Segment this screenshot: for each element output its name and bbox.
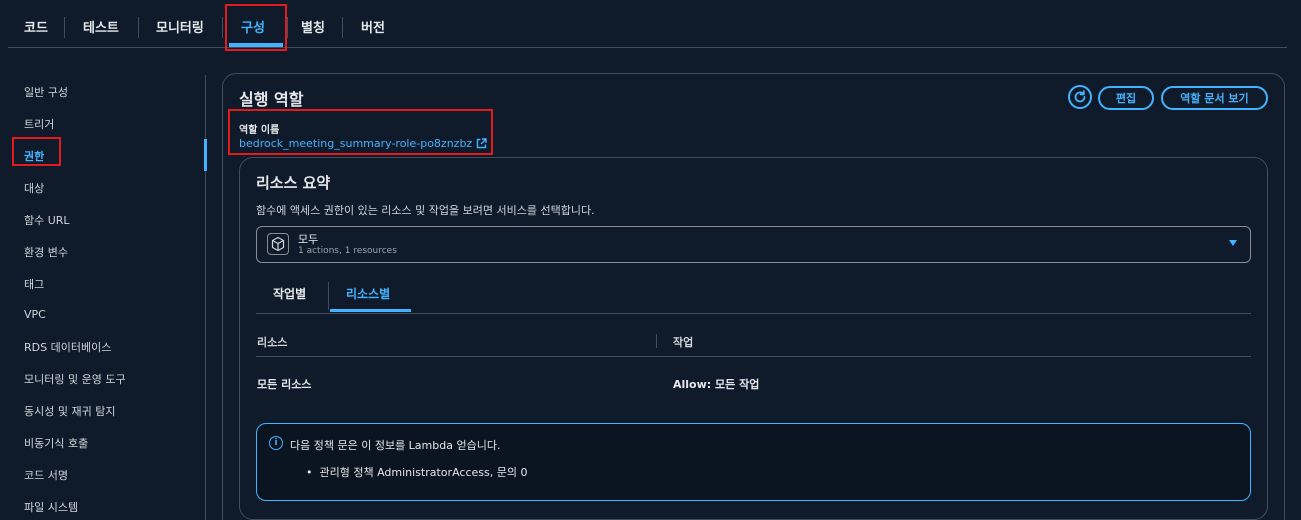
column-header-resource: 리소스 — [257, 336, 288, 349]
tab-versions[interactable]: 버전 — [361, 17, 385, 36]
column-header-action: 작업 — [673, 336, 694, 349]
tab-by-resource[interactable]: 리소스별 — [346, 285, 390, 302]
service-select[interactable] — [256, 226, 1251, 263]
tab-separator — [342, 17, 343, 38]
panel-title: 실행 역할 — [239, 90, 304, 109]
select-value: 모두 — [298, 233, 319, 246]
highlight-box-permissions — [12, 137, 61, 166]
caret-down-icon — [1229, 240, 1237, 246]
refresh-button[interactable] — [1068, 85, 1092, 109]
column-separator — [656, 334, 657, 348]
info-icon: i — [269, 436, 283, 450]
resource-summary-title: 리소스 요약 — [256, 174, 331, 192]
tab-separator — [222, 17, 223, 38]
sidebar-item-concurrency[interactable]: 동시성 및 재귀 탐지 — [24, 403, 115, 419]
sidebar-item-tags[interactable]: 태그 — [24, 276, 44, 292]
sidebar-item-general[interactable]: 일반 구성 — [24, 84, 68, 100]
resource-summary-description: 함수에 액세스 권한이 있는 리소스 및 작업을 보려면 서비스를 선택합니다. — [256, 204, 595, 217]
inner-tab-divider — [256, 313, 1251, 314]
tab-test[interactable]: 테스트 — [83, 17, 119, 36]
tab-separator — [138, 17, 139, 38]
edit-button[interactable]: 편집 — [1098, 86, 1154, 110]
info-alert — [256, 423, 1251, 501]
refresh-icon — [1074, 90, 1086, 103]
sidebar-item-destinations[interactable]: 대상 — [24, 180, 44, 196]
sidebar-item-file-system[interactable]: 파일 시스템 — [24, 499, 78, 515]
inner-tab-separator — [328, 282, 329, 310]
tab-code[interactable]: 코드 — [24, 17, 48, 36]
tab-bar-divider — [8, 47, 1287, 48]
inner-active-tab-indicator — [330, 309, 411, 312]
top-tab-bar: 코드 테스트 모니터링 구성 별칭 버전 — [0, 0, 1301, 50]
sidebar-item-triggers[interactable]: 트리거 — [24, 116, 54, 132]
sidebar-item-rds[interactable]: RDS 데이터베이스 — [24, 339, 111, 355]
table-header-divider — [256, 356, 1251, 357]
service-cube-icon — [267, 233, 289, 255]
sidebar-item-function-url[interactable]: 함수 URL — [24, 212, 70, 228]
info-text: 다음 정책 문은 이 정보를 Lambda 얻습니다. — [290, 439, 501, 452]
sidebar-item-code-signing[interactable]: 코드 서명 — [24, 467, 68, 483]
info-bullet-item: • 관리형 정책 AdministratorAccess, 문의 0 — [306, 466, 528, 479]
select-subtext: 1 actions, 1 resources — [298, 246, 397, 256]
sidebar-item-env-vars[interactable]: 환경 변수 — [24, 244, 68, 260]
tab-by-action[interactable]: 작업별 — [273, 285, 306, 302]
view-role-document-button[interactable]: 역할 문서 보기 — [1161, 86, 1268, 110]
highlight-box-configuration-tab — [225, 4, 287, 51]
sidebar-item-monitoring-tools[interactable]: 모니터링 및 운영 도구 — [24, 371, 126, 387]
policy-statement-text: 관리형 정책 AdministratorAccess, 문의 0 — [319, 466, 528, 479]
tab-separator — [64, 17, 65, 38]
sidebar-active-indicator — [204, 139, 207, 171]
sidebar-item-vpc[interactable]: VPC — [24, 308, 46, 321]
sidebar-item-async-invocation[interactable]: 비동기식 호출 — [24, 435, 88, 451]
tab-aliases[interactable]: 별칭 — [301, 17, 325, 36]
tab-monitoring[interactable]: 모니터링 — [156, 17, 204, 36]
cube-glyph — [271, 236, 285, 252]
tab-separator — [287, 17, 288, 38]
table-cell-resource: 모든 리소스 — [257, 378, 312, 391]
table-cell-action: Allow: 모든 작업 — [673, 378, 760, 391]
highlight-box-role-name — [228, 109, 493, 155]
